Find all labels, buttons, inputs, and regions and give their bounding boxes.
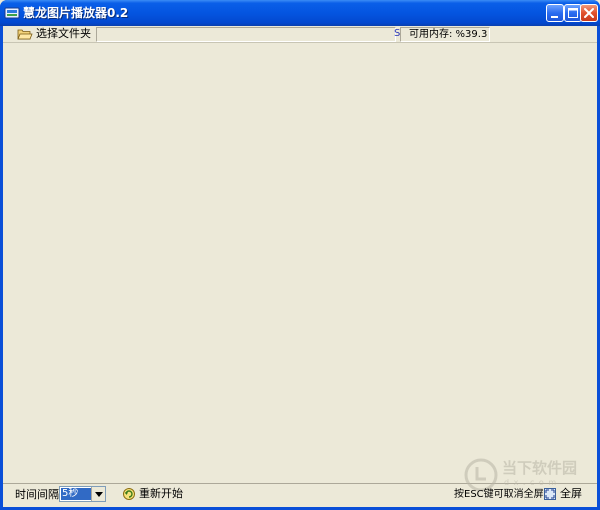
restart-icon xyxy=(123,488,135,500)
select-folder-button[interactable]: 选择文件夹 xyxy=(17,26,97,42)
app-window: 慧龙图片播放器0.2 选择文件夹 S 可用内存: %39.3 当下软件园 d x… xyxy=(0,0,600,510)
image-display-area[interactable] xyxy=(3,44,597,484)
memory-status: 可用内存: %39.3 xyxy=(400,27,490,42)
fullscreen-label: 全屏 xyxy=(560,487,582,500)
path-field xyxy=(96,27,396,42)
restart-label: 重新开始 xyxy=(139,487,183,500)
fullscreen-icon xyxy=(544,488,556,500)
client-area: 选择文件夹 S 可用内存: %39.3 当下软件园 d x . c o m 时间… xyxy=(3,26,597,507)
select-folder-label: 选择文件夹 xyxy=(36,27,91,40)
interval-value: 5秒 xyxy=(61,488,91,500)
minimize-icon xyxy=(551,16,558,18)
esc-hint: 按ESC键可取消全屏 xyxy=(454,489,544,500)
watermark-logo-icon xyxy=(464,458,498,492)
close-button[interactable] xyxy=(580,4,598,22)
small-glyph: S xyxy=(394,28,401,39)
close-icon xyxy=(584,8,594,18)
interval-label: 时间间隔: xyxy=(15,488,63,501)
open-folder-icon xyxy=(17,29,33,40)
titlebar[interactable]: 慧龙图片播放器0.2 xyxy=(0,0,600,26)
watermark-text: 当下软件园 xyxy=(502,459,578,477)
window-title: 慧龙图片播放器0.2 xyxy=(23,6,129,20)
toolbar: 选择文件夹 S 可用内存: %39.3 xyxy=(3,26,597,43)
interval-select[interactable]: 5秒 xyxy=(59,486,106,502)
maximize-icon xyxy=(568,8,578,18)
app-icon xyxy=(4,7,20,19)
fullscreen-button[interactable]: 全屏 xyxy=(543,486,582,502)
minimize-button[interactable] xyxy=(546,4,564,22)
chevron-down-icon[interactable] xyxy=(91,487,105,501)
restart-button[interactable]: 重新开始 xyxy=(122,486,183,502)
